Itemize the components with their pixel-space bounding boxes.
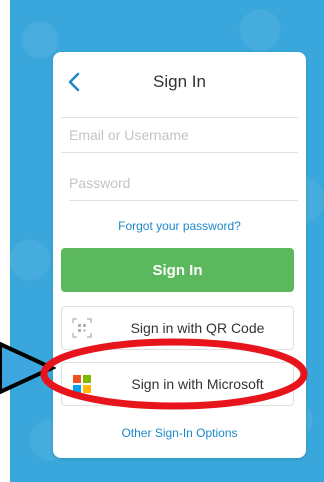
qr-code-icon [72,318,92,338]
email-field[interactable]: Email or Username [61,117,298,153]
other-signin-options-link[interactable]: Other Sign-In Options [53,426,306,440]
page-title: Sign In [153,72,206,91]
highlight-ellipse [40,338,308,410]
email-placeholder: Email or Username [69,127,189,143]
password-field[interactable]: Password [69,166,298,201]
signin-button[interactable]: Sign In [61,248,294,292]
forgot-password-link[interactable]: Forgot your password? [53,219,306,233]
screenshot-frame: Sign In Email or Username Password Forgo… [0,0,324,482]
password-placeholder: Password [69,175,131,191]
